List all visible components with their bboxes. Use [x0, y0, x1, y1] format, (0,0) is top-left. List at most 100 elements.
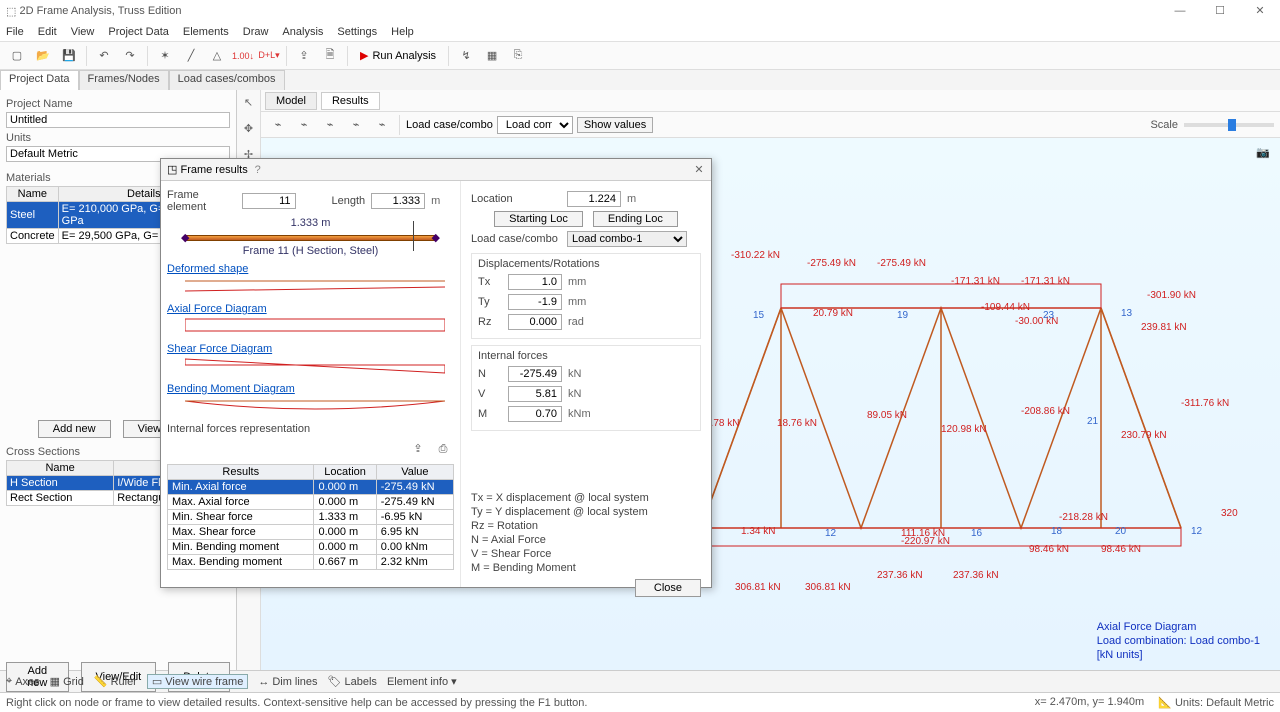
toggle-dimlines[interactable]: ↔Dim lines [258, 676, 317, 688]
force-label: 89.05 kN [867, 410, 907, 421]
menu-draw[interactable]: Draw [243, 26, 269, 38]
ruler-icon: 📏 [94, 675, 108, 688]
toggle-wireframe[interactable]: ▭View wire frame [147, 674, 248, 689]
undo-icon[interactable]: ↶ [93, 45, 115, 67]
diag4-icon[interactable]: ⌁ [345, 114, 367, 136]
status-hint: Right click on node or frame to view det… [6, 697, 587, 709]
bending-diagram-link[interactable]: Bending Moment Diagram [167, 383, 295, 395]
redo-icon[interactable]: ↷ [119, 45, 141, 67]
toggle-labels[interactable]: 🏷Labels [328, 675, 377, 688]
force-label: 18.76 kN [777, 418, 817, 429]
tx-input [508, 274, 562, 290]
load-tool-icon[interactable]: 1.00↓ [232, 45, 254, 67]
lineload-tool-icon[interactable]: D+L▾ [258, 45, 280, 67]
run-analysis-button[interactable]: ▶Run Analysis [354, 45, 442, 67]
materials-add-button[interactable]: Add new [38, 420, 111, 438]
diag3-icon[interactable]: ⌁ [319, 114, 341, 136]
toggle-axes[interactable]: ⌖Axes [6, 675, 40, 688]
legend-block: Tx = X displacement @ local system Ty = … [471, 491, 701, 575]
node-tool-icon[interactable]: ✶ [154, 45, 176, 67]
export-results-icon[interactable]: ⇪ [407, 437, 429, 459]
play-icon: ▶ [360, 49, 368, 62]
camera-icon[interactable]: 📷 [1256, 146, 1270, 159]
menu-projectdata[interactable]: Project Data [108, 26, 169, 38]
scale-slider[interactable] [1184, 123, 1274, 127]
menu-view[interactable]: View [71, 26, 95, 38]
intforce-rep-label: Internal forces representation [167, 423, 454, 435]
force-label: -310.22 kN [731, 250, 780, 261]
export-icon[interactable]: ⇪ [293, 45, 315, 67]
status-coords: x= 2.470m, y= 1.940m [1035, 696, 1144, 709]
save-icon[interactable]: 💾 [58, 45, 80, 67]
force-label: 1.34 kN [741, 526, 775, 537]
table-row[interactable]: Max. Axial force0.000 m-275.49 kN [168, 495, 454, 510]
frame-element-label: Frame element [167, 189, 236, 213]
ending-loc-button[interactable]: Ending Loc [593, 211, 678, 227]
show-values-button[interactable]: Show values [577, 117, 653, 133]
loadcase-select[interactable]: Load combo-1 [497, 116, 573, 134]
new-icon[interactable]: ▢ [6, 45, 28, 67]
location-label: Location [471, 193, 561, 205]
tab-frames-nodes[interactable]: Frames/Nodes [79, 70, 169, 90]
frame-element-input[interactable] [242, 193, 296, 209]
menu-elements[interactable]: Elements [183, 26, 229, 38]
force-label: 239.81 kN [1141, 322, 1187, 333]
table-row[interactable]: Min. Shear force1.333 m-6.95 kN [168, 510, 454, 525]
print-results-icon[interactable]: ⎙ [432, 438, 454, 460]
diag2-icon[interactable]: ⌁ [293, 114, 315, 136]
tab-project-data[interactable]: Project Data [0, 70, 79, 90]
menu-help[interactable]: Help [391, 26, 414, 38]
tab-results[interactable]: Results [321, 92, 380, 110]
support-tool-icon[interactable]: △ [206, 45, 228, 67]
tab-model[interactable]: Model [265, 92, 317, 110]
pointer-icon[interactable]: ↖ [240, 96, 258, 114]
labels-icon: 🏷 [328, 675, 342, 688]
loadcase-select[interactable]: Load combo-1 [567, 231, 687, 247]
location-input[interactable] [567, 191, 621, 207]
menu-analysis[interactable]: Analysis [282, 26, 323, 38]
table-row[interactable]: Min. Bending moment0.000 m0.00 kNm [168, 540, 454, 555]
axial-diagram-link[interactable]: Axial Force Diagram [167, 303, 267, 315]
report-icon[interactable]: 🗎 [319, 45, 341, 67]
starting-loc-button[interactable]: Starting Loc [494, 211, 583, 227]
menu-edit[interactable]: Edit [38, 26, 57, 38]
maximize-button[interactable]: ☐ [1200, 0, 1240, 22]
menu-settings[interactable]: Settings [337, 26, 377, 38]
frame-tool-icon[interactable]: ╱ [180, 45, 202, 67]
close-button[interactable]: ✕ [1240, 0, 1280, 22]
menubar: File Edit View Project Data Elements Dra… [0, 22, 1280, 42]
shear-diagram-link[interactable]: Shear Force Diagram [167, 343, 272, 355]
force-label: 320 [1221, 508, 1238, 519]
element-info-dropdown[interactable]: Element info ▾ [387, 675, 457, 688]
force-label: 230.79 kN [1121, 430, 1167, 441]
force-label: 20.79 kN [813, 308, 853, 319]
force-label: -171.31 kN [951, 276, 1000, 287]
diag5-icon[interactable]: ⌁ [371, 114, 393, 136]
tab-load-cases[interactable]: Load cases/combos [169, 70, 285, 90]
wireframe-icon: ▭ [152, 675, 162, 688]
results-view-icon[interactable]: ↯ [455, 45, 477, 67]
dialog-icon: ◳ [167, 163, 177, 176]
table-icon[interactable]: ▦ [481, 45, 503, 67]
node-label: 19 [897, 310, 908, 321]
open-icon[interactable]: 📂 [32, 45, 54, 67]
copy-icon[interactable]: ⎘ [507, 45, 529, 67]
menu-file[interactable]: File [6, 26, 24, 38]
dialog-close-button[interactable]: Close [635, 579, 701, 597]
table-row[interactable]: Min. Axial force0.000 m-275.49 kN [168, 480, 454, 495]
force-label: -275.49 kN [807, 258, 856, 269]
force-label: 306.81 kN [735, 582, 781, 593]
help-icon[interactable]: ? [248, 164, 268, 176]
toggle-grid[interactable]: ▦Grid [50, 675, 84, 688]
diag1-icon[interactable]: ⌁ [267, 114, 289, 136]
pan-icon[interactable]: ✥ [240, 122, 258, 140]
minimize-button[interactable]: — [1160, 0, 1200, 22]
results-table[interactable]: ResultsLocationValue Min. Axial force0.0… [167, 464, 454, 570]
table-row[interactable]: Max. Shear force0.000 m6.95 kN [168, 525, 454, 540]
toggle-ruler[interactable]: 📏Ruler [94, 675, 137, 688]
close-icon[interactable]: ✕ [687, 163, 711, 176]
deformed-shape-link[interactable]: Deformed shape [167, 263, 248, 275]
col-name: Name [7, 461, 114, 476]
project-name-input[interactable] [6, 112, 230, 128]
table-row[interactable]: Max. Bending moment0.667 m2.32 kNm [168, 555, 454, 570]
